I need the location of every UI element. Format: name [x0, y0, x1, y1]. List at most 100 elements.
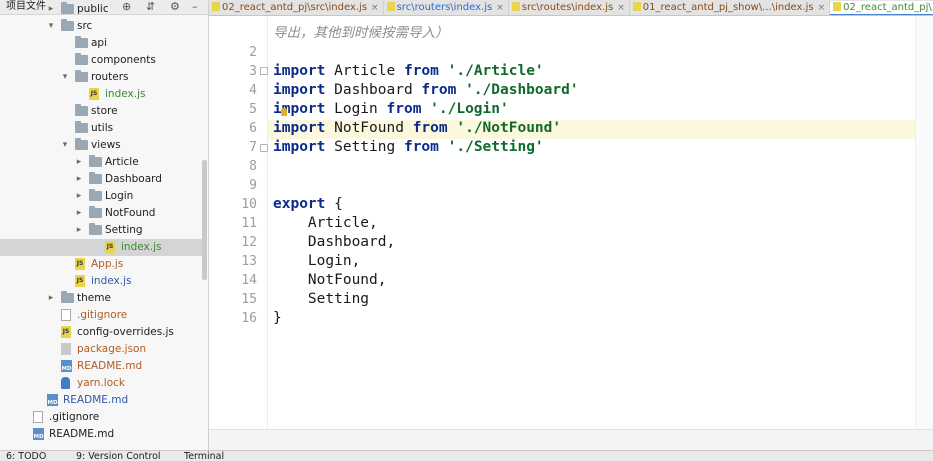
- editor-tab[interactable]: 01_react_antd_pj_show\...\index.js ×: [630, 1, 831, 15]
- terminal-tab[interactable]: Terminal: [184, 451, 224, 461]
- tree-item[interactable]: MD README.md: [0, 426, 202, 443]
- tree-item[interactable]: JS index.js: [0, 86, 202, 103]
- tree-item[interactable]: ▾ routers: [0, 69, 202, 86]
- keyword-token: import: [273, 82, 326, 98]
- tree-item-label: index.js: [121, 241, 162, 253]
- gitignore-file-icon: [61, 309, 71, 321]
- tree-item[interactable]: ▸ Article: [0, 154, 202, 171]
- code-editor[interactable]: 2 3 4 5 6 7 8 9 10 11 12 13 14 15 16 导出，其他到时候按需导入） imp…: [209, 16, 933, 429]
- keyword-token: from: [403, 139, 439, 155]
- chevron-down-icon[interactable]: ▾: [60, 69, 70, 86]
- line-number: 15: [241, 292, 257, 307]
- editor-horizontal-scroll[interactable]: [209, 429, 933, 451]
- chevron-right-icon[interactable]: ▸: [74, 222, 84, 239]
- editor-tab[interactable]: 02_react_antd_pj\...\index.js×: [830, 1, 933, 15]
- tree-item[interactable]: JS index.js: [0, 239, 202, 256]
- code-line: import NotFound from './NotFound': [273, 119, 561, 138]
- tree-item-label: store: [91, 105, 118, 117]
- editor-tab[interactable]: 02_react_antd_pj\src\index.js ×: [209, 1, 384, 15]
- keyword-token: from: [412, 120, 448, 136]
- close-icon[interactable]: ×: [496, 3, 504, 13]
- line-number: 12: [241, 235, 257, 250]
- tree-item[interactable]: MD README.md: [0, 392, 202, 409]
- identifier-token: Dashboard: [325, 82, 422, 98]
- tree-item-label: .gitignore: [77, 309, 128, 321]
- string-token: './Article': [447, 63, 544, 79]
- tree-item[interactable]: ▸ Dashboard: [0, 171, 202, 188]
- tree-item-label: App.js: [91, 258, 124, 270]
- todo-tab[interactable]: 6: TODO: [6, 451, 46, 461]
- fold-marker-icon[interactable]: [260, 144, 268, 152]
- tree-item-label: .gitignore: [49, 411, 100, 423]
- project-scrollbar[interactable]: [202, 160, 207, 280]
- close-icon[interactable]: ×: [818, 3, 826, 13]
- markdown-file-icon: MD: [61, 360, 72, 372]
- tree-item-label: README.md: [63, 394, 129, 406]
- tree-item[interactable]: JS config-overrides.js: [0, 324, 202, 341]
- chevron-right-icon[interactable]: ▸: [74, 205, 84, 222]
- js-file-icon: JS: [89, 88, 99, 100]
- tree-item[interactable]: ▸ Setting: [0, 222, 202, 239]
- editor-tab[interactable]: src\routers\index.js ×: [384, 1, 509, 15]
- tree-item[interactable]: ▸ Login: [0, 188, 202, 205]
- tree-item[interactable]: ▸ public: [0, 1, 202, 18]
- string-token: './Setting': [447, 139, 544, 155]
- chevron-right-icon[interactable]: ▸: [46, 290, 56, 307]
- line-number-gutter: 2 3 4 5 6 7 8 9 10 11 12 13 14 15 16: [209, 16, 268, 429]
- tree-item[interactable]: components: [0, 52, 202, 69]
- tree-item[interactable]: api: [0, 35, 202, 52]
- tree-item[interactable]: ▾ views: [0, 137, 202, 154]
- tree-item[interactable]: JS index.js: [0, 273, 202, 290]
- tree-item-label: Article: [105, 156, 139, 168]
- tree-item[interactable]: yarn.lock: [0, 375, 202, 392]
- chevron-down-icon[interactable]: ▾: [60, 137, 70, 154]
- chevron-right-icon[interactable]: ▸: [74, 188, 84, 205]
- tree-item-label: utils: [91, 122, 114, 134]
- line-number: 3: [249, 64, 257, 79]
- fold-marker-icon[interactable]: [260, 67, 268, 75]
- code-line: import Login from './Login': [273, 100, 509, 119]
- tree-item[interactable]: ▸ theme: [0, 290, 202, 307]
- version-control-tab[interactable]: 9: Version Control: [76, 451, 161, 461]
- folder-icon: [89, 172, 102, 184]
- tree-item[interactable]: MD README.md: [0, 358, 202, 375]
- close-icon[interactable]: ×: [617, 3, 625, 13]
- tree-item[interactable]: .gitignore: [0, 307, 202, 324]
- tree-item[interactable]: .gitignore: [0, 409, 202, 426]
- tree-item[interactable]: ▸ NotFound: [0, 205, 202, 222]
- string-token: './Dashboard': [465, 82, 579, 98]
- folder-icon: [61, 291, 74, 303]
- code-line: Login,: [273, 253, 361, 269]
- editor-marker-strip[interactable]: [915, 16, 933, 429]
- line-number: 5: [249, 102, 257, 117]
- chevron-down-icon[interactable]: ▾: [46, 18, 56, 35]
- line-number: 6: [249, 121, 257, 136]
- intention-bulb-icon[interactable]: [281, 108, 287, 116]
- line-number: 13: [241, 254, 257, 269]
- editor-tab[interactable]: src\routes\index.js ×: [509, 1, 630, 15]
- line-number: 2: [249, 45, 257, 60]
- keyword-token: import: [273, 120, 326, 136]
- code-line: Dashboard,: [273, 234, 396, 250]
- tree-item[interactable]: utils: [0, 120, 202, 137]
- json-file-icon: [61, 343, 71, 355]
- tree-item[interactable]: JS App.js: [0, 256, 202, 273]
- tree-item-label: package.json: [77, 343, 147, 355]
- code-line: Article,: [273, 215, 378, 231]
- tree-item-label: api: [91, 37, 108, 49]
- tree-item[interactable]: ▾ src: [0, 18, 202, 35]
- line-number: 9: [249, 178, 257, 193]
- folder-icon: [61, 19, 74, 31]
- chevron-right-icon[interactable]: ▸: [74, 154, 84, 171]
- code-line: NotFound,: [273, 272, 387, 288]
- tree-item[interactable]: package.json: [0, 341, 202, 358]
- code-line: import Article from './Article': [273, 62, 544, 81]
- chevron-right-icon[interactable]: ▸: [46, 1, 56, 18]
- tree-item[interactable]: store: [0, 103, 202, 120]
- chevron-right-icon[interactable]: ▸: [74, 171, 84, 188]
- tree-item-label: theme: [77, 292, 111, 304]
- identifier-token: NotFound: [325, 120, 413, 136]
- close-icon[interactable]: ×: [371, 3, 379, 13]
- editor-tab-bar: 02_react_antd_pj\src\index.js × src\router…: [209, 0, 933, 16]
- folder-icon: [89, 223, 102, 235]
